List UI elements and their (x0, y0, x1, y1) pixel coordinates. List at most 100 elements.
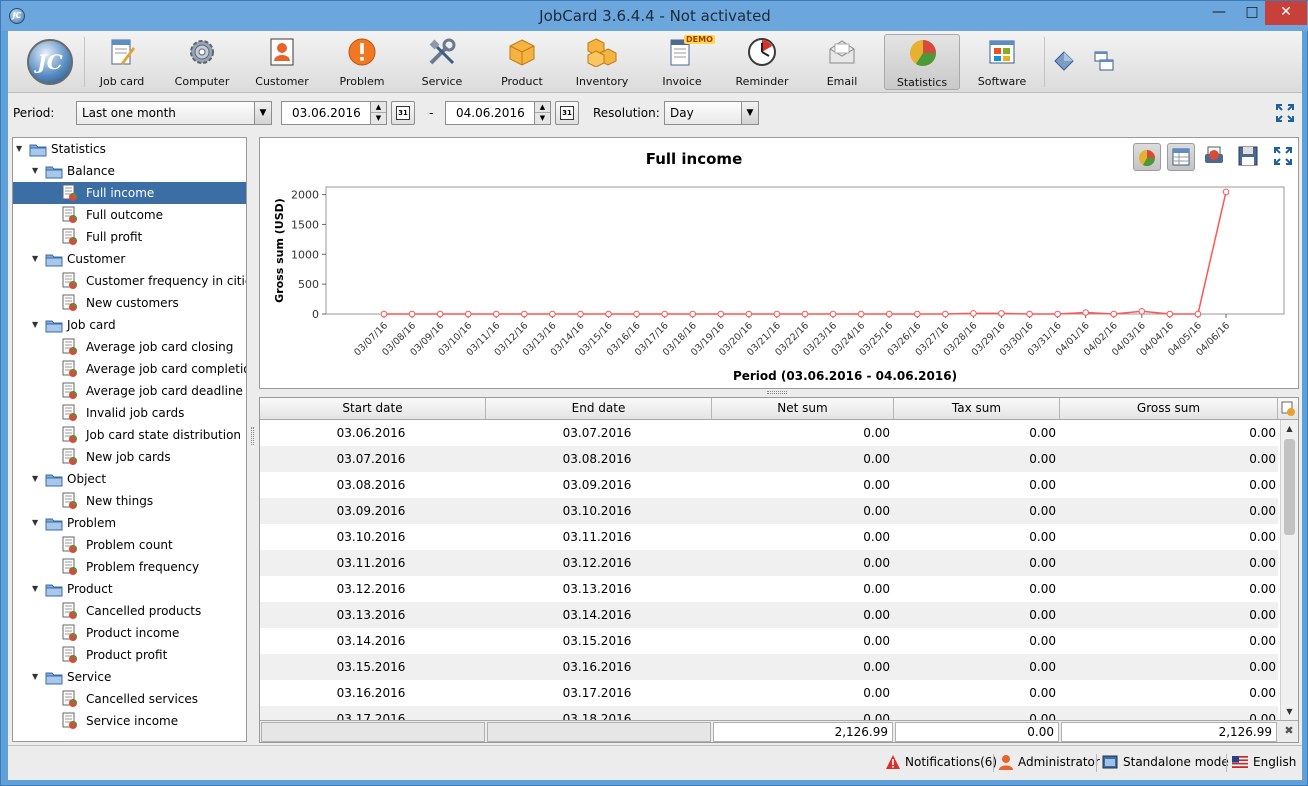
column-header-end-date[interactable]: End date (486, 398, 712, 419)
table-row[interactable]: 03.07.2016 03.08.2016 0.00 0.00 0.00 (260, 446, 1278, 472)
tree-item-product-income[interactable]: Product income (13, 622, 246, 644)
table-row[interactable]: 03.06.2016 03.07.2016 0.00 0.00 0.00 (260, 420, 1278, 446)
expand-toggle-icon[interactable]: ▼ (32, 468, 42, 490)
table-row[interactable]: 03.12.2016 03.13.2016 0.00 0.00 0.00 (260, 576, 1278, 602)
table-row[interactable]: 03.15.2016 03.16.2016 0.00 0.00 0.00 (260, 654, 1278, 680)
column-header-net-sum[interactable]: Net sum (712, 398, 894, 419)
tree-item-problem-count[interactable]: Problem count (13, 534, 246, 556)
windows-layout-icon[interactable] (1092, 49, 1116, 73)
scroll-thumb[interactable] (1284, 439, 1295, 535)
splitter-grip[interactable] (767, 391, 787, 394)
expand-toggle-icon[interactable]: ▼ (32, 248, 42, 270)
expand-toggle-icon[interactable]: ▼ (32, 512, 42, 534)
to-date-field[interactable]: 04.06.2016 ▲ ▼ (445, 101, 551, 125)
tree-item-service-income[interactable]: Service income (13, 710, 246, 732)
tree-item-job-card-state-distribution[interactable]: Job card state distribution (13, 424, 246, 446)
expand-toggle-icon[interactable]: ▼ (32, 314, 42, 336)
title-bar[interactable]: JC JobCard 3.6.4.4 - Not activated — □ ✕ (1, 1, 1308, 31)
tree-item-full-profit[interactable]: Full profit (13, 226, 246, 248)
tree-item-average-job-card-closing[interactable]: Average job card closing (13, 336, 246, 358)
notifications-link[interactable]: Notifications(6) (905, 755, 997, 769)
from-calendar-button[interactable]: 31 (391, 101, 415, 125)
tree-item-job-card[interactable]: ▼ Job card (13, 314, 246, 336)
toolbar-product-button[interactable]: Product (484, 34, 560, 90)
table-row[interactable]: 03.10.2016 03.11.2016 0.00 0.00 0.00 (260, 524, 1278, 550)
toolbar-customer-button[interactable]: Customer (244, 34, 320, 90)
tree-item-new-customers[interactable]: New customers (13, 292, 246, 314)
chart-type-icon[interactable] (1133, 143, 1161, 171)
mode-label[interactable]: Standalone mode (1123, 755, 1229, 769)
expand-toggle-icon[interactable]: ▼ (32, 160, 42, 182)
splitter-grip[interactable] (251, 427, 254, 445)
tree-item-customer-frequency-in-cities[interactable]: Customer frequency in cities (13, 270, 246, 292)
from-date-field[interactable]: 03.06.2016 ▲ ▼ (281, 101, 387, 125)
chevron-down-icon[interactable]: ▼ (741, 102, 758, 124)
vertical-splitter[interactable] (249, 137, 257, 742)
toolbar-software-button[interactable]: Software (964, 34, 1040, 90)
maximize-button[interactable]: □ (1237, 1, 1267, 25)
resolution-select[interactable]: Day ▼ (664, 101, 759, 125)
toolbar-invoice-button[interactable]: DEMO Invoice (644, 34, 720, 90)
table-row[interactable]: 03.08.2016 03.09.2016 0.00 0.00 0.00 (260, 472, 1278, 498)
minimize-button[interactable]: — (1204, 1, 1234, 25)
toolbar-problem-button[interactable]: Problem (324, 34, 400, 90)
vertical-scrollbar[interactable]: ▲ ▼ (1280, 420, 1298, 720)
tree-item-customer[interactable]: ▼ Customer (13, 248, 246, 270)
scroll-up-icon[interactable]: ▲ (1281, 420, 1298, 437)
table-view-icon[interactable] (1167, 143, 1195, 171)
table-row[interactable]: 03.11.2016 03.12.2016 0.00 0.00 0.00 (260, 550, 1278, 576)
tree-item-full-income[interactable]: Full income (13, 182, 246, 204)
to-calendar-button[interactable]: 31 (555, 101, 579, 125)
toolbar-computer-button[interactable]: Computer (164, 34, 240, 90)
tree-item-new-things[interactable]: New things (13, 490, 246, 512)
column-header-start-date[interactable]: Start date (260, 398, 486, 419)
tree-item-new-job-cards[interactable]: New job cards (13, 446, 246, 468)
column-header-gross-sum[interactable]: Gross sum (1060, 398, 1278, 419)
table-row[interactable]: 03.09.2016 03.10.2016 0.00 0.00 0.00 (260, 498, 1278, 524)
tree-item-service[interactable]: ▼ Service (13, 666, 246, 688)
expand-toggle-icon[interactable]: ▼ (32, 666, 42, 688)
toolbar-statistics-button[interactable]: Statistics (884, 34, 960, 90)
tree-item-cancelled-services[interactable]: Cancelled services (13, 688, 246, 710)
tree-item-cancelled-products[interactable]: Cancelled products (13, 600, 246, 622)
toolbar-service-button[interactable]: Service (404, 34, 480, 90)
tree-item-invalid-job-cards[interactable]: Invalid job cards (13, 402, 246, 424)
diamond-icon[interactable] (1052, 49, 1076, 73)
tree-item-problem[interactable]: ▼ Problem (13, 512, 246, 534)
table-row[interactable]: 03.16.2016 03.17.2016 0.00 0.00 0.00 (260, 680, 1278, 706)
chevron-down-icon[interactable]: ▼ (254, 102, 271, 124)
user-name[interactable]: Administrator (1018, 755, 1100, 769)
tree-item-average-job-card-deadline[interactable]: Average job card deadline (13, 380, 246, 402)
fullscreen-icon[interactable] (1275, 103, 1295, 123)
close-button[interactable]: ✕ (1265, 1, 1307, 25)
clear-totals-icon[interactable]: ✖ (1282, 724, 1296, 740)
table-row[interactable]: 03.13.2016 03.14.2016 0.00 0.00 0.00 (260, 602, 1278, 628)
table-row[interactable]: 03.14.2016 03.15.2016 0.00 0.00 0.00 (260, 628, 1278, 654)
tree-item-product-profit[interactable]: Product profit (13, 644, 246, 666)
tree-item-balance[interactable]: ▼ Balance (13, 160, 246, 182)
statistics-tree[interactable]: ▼ Statistics ▼ Balance Full income Full outco… (12, 137, 247, 742)
expand-toggle-icon[interactable]: ▼ (32, 578, 42, 600)
jobcard-logo[interactable]: JC (27, 39, 73, 85)
scroll-down-icon[interactable]: ▼ (1281, 703, 1298, 720)
tree-item-object[interactable]: ▼ Object (13, 468, 246, 490)
tree-item-product[interactable]: ▼ Product (13, 578, 246, 600)
tree-item-statistics[interactable]: ▼ Statistics (13, 138, 246, 160)
column-header-tax-sum[interactable]: Tax sum (894, 398, 1060, 419)
language-label[interactable]: English (1253, 755, 1296, 769)
tree-item-average-job-card-completion[interactable]: Average job card completion (13, 358, 246, 380)
tree-item-problem-frequency[interactable]: Problem frequency (13, 556, 246, 578)
period-select[interactable]: Last one month ▼ (76, 101, 272, 125)
tree-item-full-outcome[interactable]: Full outcome (13, 204, 246, 226)
toolbar-inventory-button[interactable]: Inventory (564, 34, 640, 90)
horizontal-splitter[interactable] (259, 389, 1299, 397)
expand-toggle-icon[interactable]: ▼ (16, 138, 26, 160)
save-icon[interactable] (1235, 143, 1263, 171)
toolbar-job-card-button[interactable]: Job card (84, 34, 160, 90)
fullscreen-icon[interactable] (1270, 143, 1298, 171)
toolbar-reminder-button[interactable]: Reminder (724, 34, 800, 90)
column-settings-icon[interactable] (1278, 398, 1298, 419)
to-date-spinner[interactable]: ▲ ▼ (534, 102, 550, 124)
print-icon[interactable] (1201, 143, 1229, 171)
toolbar-email-button[interactable]: Email (804, 34, 880, 90)
